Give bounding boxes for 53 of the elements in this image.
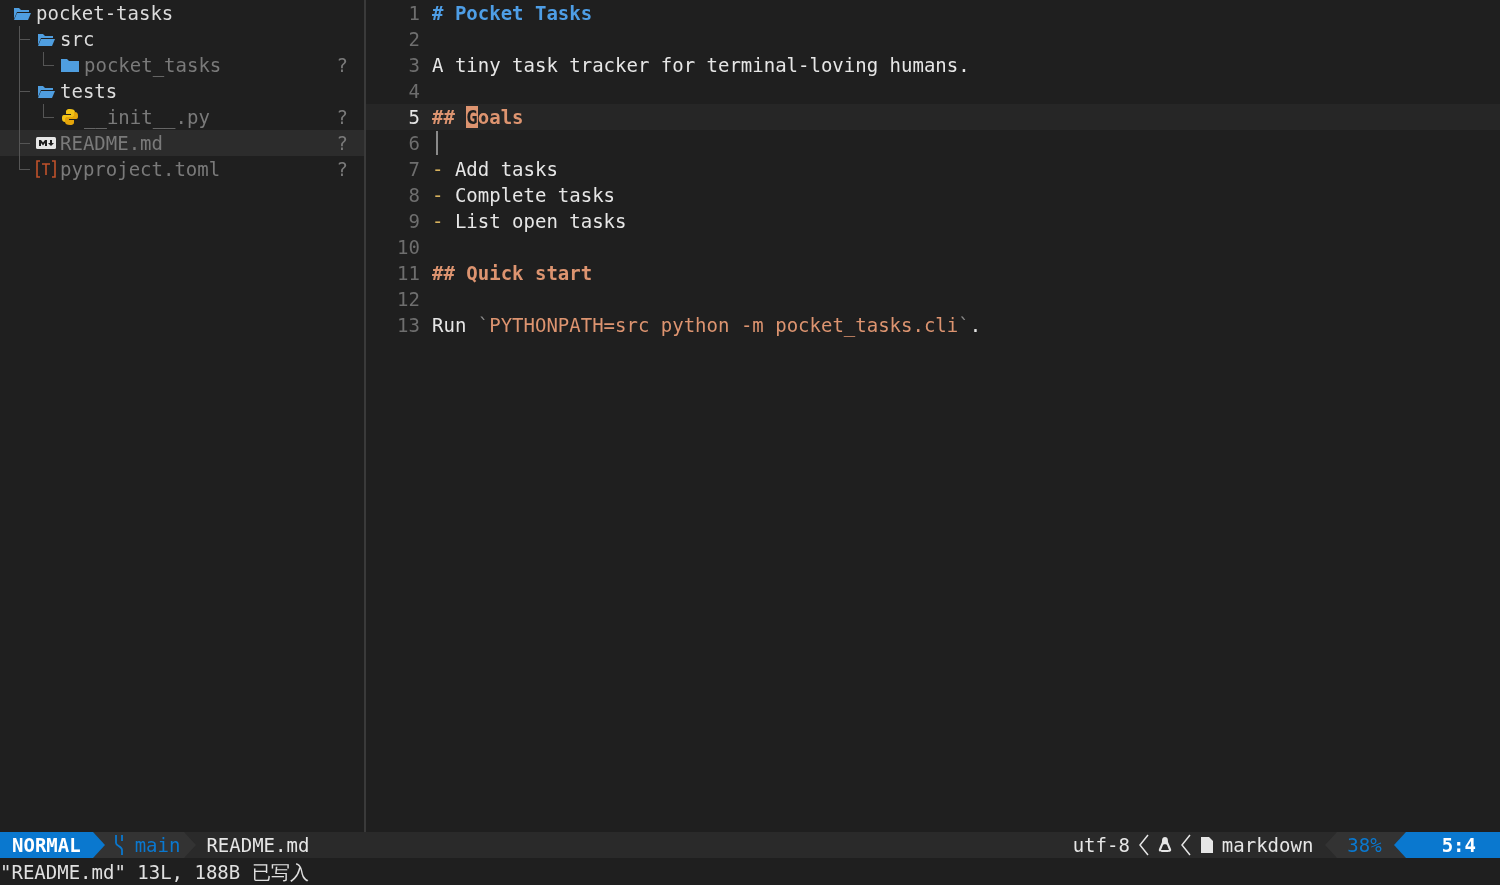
code-line: Run `PYTHONPATH=src python -m pocket_tasks.cli`. (432, 313, 982, 338)
line-number: 12 (396, 287, 421, 312)
git-status: ? (336, 131, 348, 156)
tree-item-label: tests (60, 79, 118, 104)
tree-item-label: src (60, 27, 95, 52)
penguin-icon (1157, 836, 1172, 854)
code-line: ## Goals (432, 105, 524, 130)
line-number: 13 (396, 313, 421, 338)
encoding: utf-8 (1072, 833, 1130, 858)
git-status: ? (336, 53, 348, 78)
line-number: 1 (407, 1, 421, 26)
line-number: 9 (407, 209, 421, 234)
branch-name: main (134, 833, 181, 858)
tree-row[interactable]: README.md ? (0, 130, 364, 156)
line-number: 6 (407, 131, 421, 156)
tree-item-label: pocket-tasks (36, 1, 174, 26)
markdown-icon (36, 137, 56, 149)
tree-item-label: README.md (60, 131, 163, 156)
line-number: 3 (407, 53, 421, 78)
tree-item-label: pocket_tasks (84, 53, 222, 78)
line-number: 11 (396, 261, 421, 286)
tree-item-label: pyproject.toml (60, 157, 221, 182)
code-line: - List open tasks (432, 209, 627, 234)
git-branch-icon (112, 833, 125, 857)
code-line: A tiny task tracker for terminal-loving humans. (432, 53, 970, 78)
line-number: 5 (407, 105, 421, 130)
git-status: ? (336, 105, 348, 130)
file-name: README.md (206, 833, 310, 858)
code-line: - Complete tasks (432, 183, 616, 208)
open-folder-icon (37, 32, 55, 46)
python-icon (61, 108, 79, 126)
line-number: 10 (396, 235, 421, 260)
git-status: ? (336, 157, 348, 182)
scroll-percentage: 38% (1337, 832, 1394, 858)
code-line: - Add tasks (432, 157, 558, 182)
open-folder-icon (13, 6, 31, 20)
line-number: 2 (407, 27, 421, 52)
open-folder-icon (37, 84, 55, 98)
code-line: # Pocket Tasks (432, 1, 593, 26)
file-type: markdown (1221, 833, 1314, 858)
command-message: "README.md" 13L, 188B 已写入 (0, 859, 309, 885)
folder-icon (61, 58, 79, 72)
cursor-position: 5:4 (1405, 832, 1500, 858)
mode-indicator: NORMAL (0, 832, 93, 858)
chevron-icon (1137, 833, 1150, 857)
code-line: ## Quick start (432, 261, 593, 286)
file-icon (1199, 836, 1214, 854)
line-number: 4 (407, 79, 421, 104)
toml-icon (36, 160, 56, 178)
line-number: 8 (407, 183, 421, 208)
tree-item-label: __init__.py (84, 105, 210, 130)
line-number: 7 (407, 157, 421, 182)
chevron-icon (1179, 833, 1192, 857)
